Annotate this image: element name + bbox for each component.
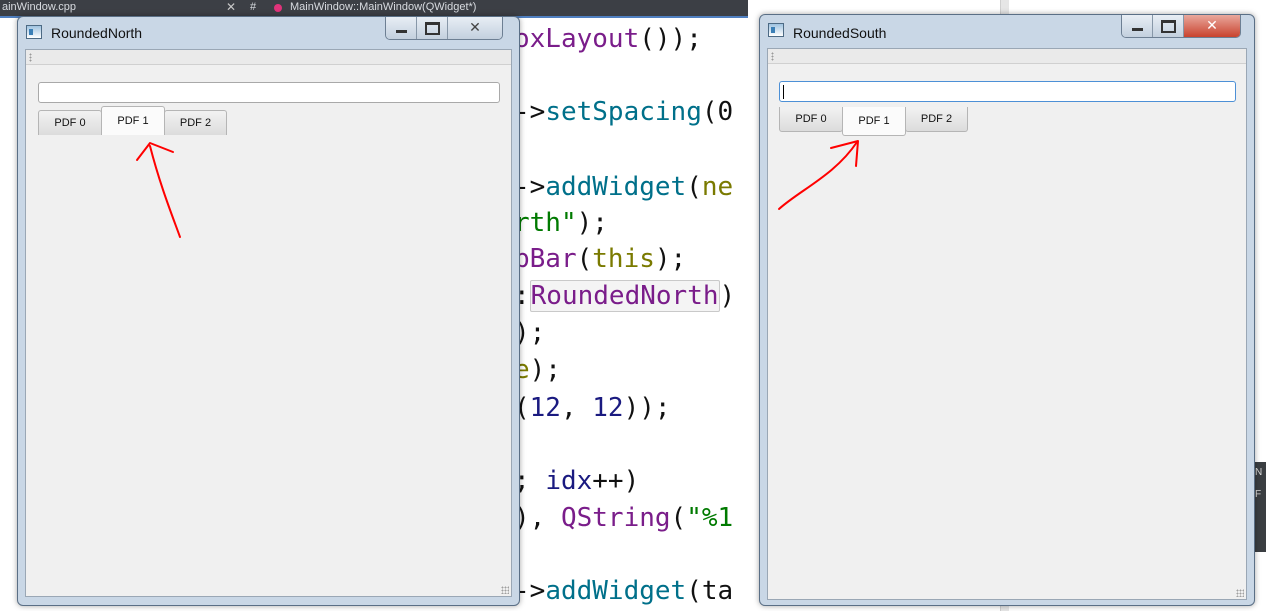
annotation-arrows — [136, 140, 859, 238]
arrow-south — [778, 140, 859, 210]
arrow-north — [136, 142, 181, 238]
